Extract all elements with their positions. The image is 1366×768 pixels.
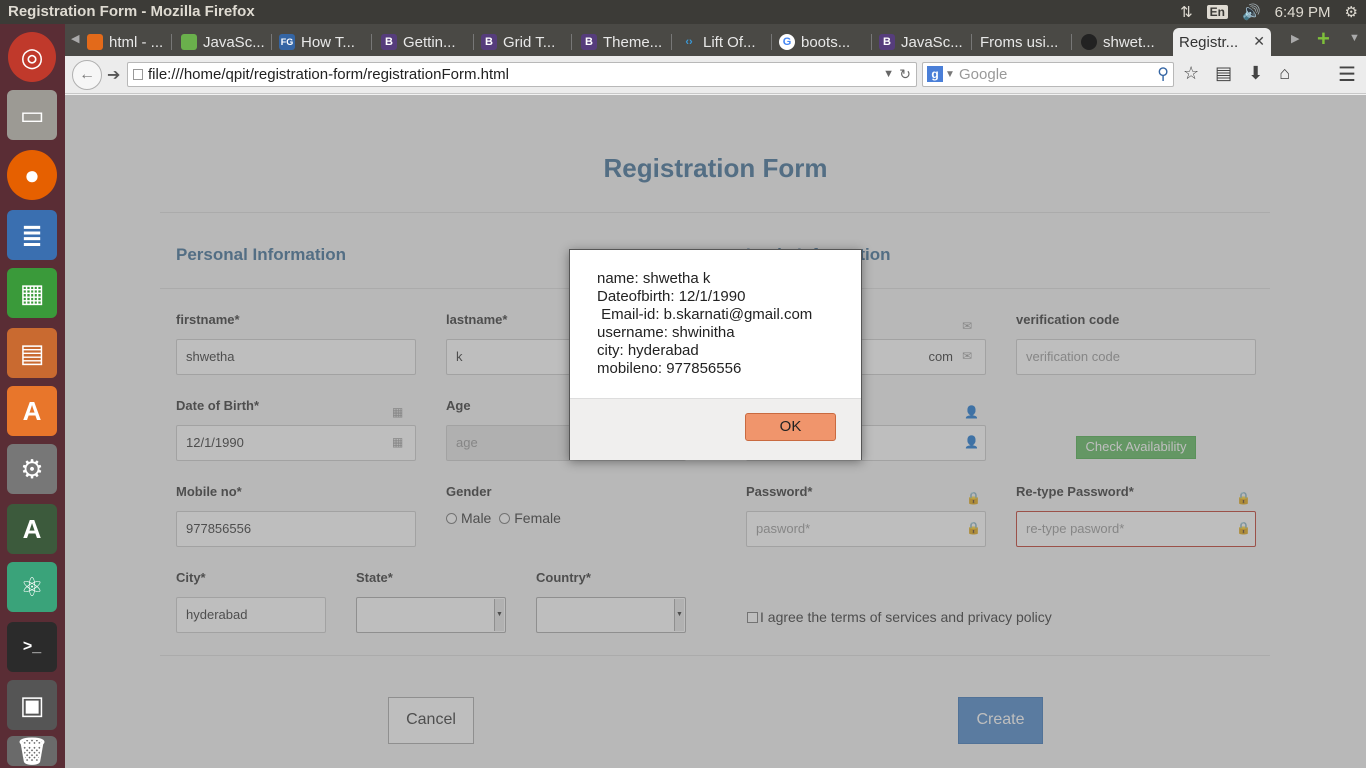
system-tray: ⇅ En 🔊 6:49 PM ⚙ [1180,3,1358,22]
alert-line: Dateofbirth: 12/1/1990 [597,288,746,305]
google-engine-icon[interactable]: g [927,66,943,82]
back-button[interactable]: ← [72,60,102,90]
tab-favicon-icon: B [581,34,597,50]
tab-separator [271,34,272,50]
unity-launcher: ◎ ▭ ● ≣ ▦ ▤ A ⚙ A ⚛ >_ ▣ 🗑 [0,24,65,768]
alert-line: Email-id: b.skarnati@gmail.com [597,306,813,323]
alert-line: city: hyderabad [597,342,699,359]
bookmarks-list-icon[interactable]: ▤ [1215,63,1232,84]
tab-separator [771,34,772,50]
search-placeholder: Google [959,66,1008,83]
tab-item[interactable]: shwet... [1075,28,1171,56]
forward-button[interactable]: ➔ [107,65,120,85]
tab-favicon-icon: B [879,34,895,50]
tab-separator [473,34,474,50]
tab-item-active[interactable]: Registr... ✕ [1173,28,1271,56]
alert-line: username: shwinitha [597,324,735,341]
system-settings-icon[interactable]: ⚙ [7,444,57,494]
software-updater-icon[interactable]: A [7,504,57,554]
tab-item[interactable]: Froms usi... [974,28,1070,56]
save-drive-icon[interactable]: ▣ [7,680,57,730]
alert-message: name: shwetha k Dateofbirth: 12/1/1990 E… [597,270,812,378]
tab-favicon-icon [181,34,197,50]
clock[interactable]: 6:49 PM [1275,4,1331,21]
tab-favicon-icon: B [381,34,397,50]
bookmark-star-icon[interactable]: ☆ [1183,63,1199,84]
keyboard-language-indicator[interactable]: En [1206,5,1228,19]
engine-dropdown-icon[interactable]: ▼ [945,63,955,86]
tab-item[interactable]: B Grid T... [475,28,569,56]
tab-item[interactable]: ‹› Lift Of... [675,28,769,56]
atom-icon[interactable]: ⚛ [7,562,57,612]
tab-separator [671,34,672,50]
tab-separator [971,34,972,50]
tab-item[interactable]: B Theme... [575,28,669,56]
tab-separator [871,34,872,50]
page-icon [133,69,143,80]
url-bar[interactable]: file:///home/qpit/registration-form/regi… [127,62,917,87]
url-text: file:///home/qpit/registration-form/regi… [148,66,509,83]
volume-icon[interactable]: 🔊 [1242,3,1261,21]
tab-separator [171,34,172,50]
alert-dialog: name: shwetha k Dateofbirth: 12/1/1990 E… [569,249,862,460]
tab-separator [1071,34,1072,50]
tab-item[interactable]: FG How T... [273,28,369,56]
alert-footer: OK [570,398,861,460]
writer-icon[interactable]: ≣ [7,210,57,260]
new-tab-plus-icon[interactable]: + [1317,26,1330,52]
tab-favicon-icon [87,34,103,50]
search-icon[interactable]: ⚲ [1157,63,1169,86]
settings-gear-icon[interactable]: ⚙ [1345,3,1358,21]
toolbar-icons: ☆ ▤ ⬇ ⌂ [1183,63,1290,84]
url-dropdown-icon[interactable]: ▼ [883,63,894,86]
ok-button[interactable]: OK [745,413,836,441]
tab-scroll-right-icon[interactable]: ▶ [1291,32,1299,45]
navigation-toolbar: ← ➔ file:///home/qpit/registration-form/… [65,56,1366,94]
downloads-icon[interactable]: ⬇ [1248,63,1263,84]
tab-separator [371,34,372,50]
tab-separator [571,34,572,50]
firefox-icon[interactable]: ● [7,150,57,200]
tab-item[interactable]: JavaSc... [175,28,269,56]
calc-icon[interactable]: ▦ [7,268,57,318]
tab-scroll-left-icon[interactable]: ◀ [71,32,79,45]
tab-item[interactable]: Gboots... [773,28,869,56]
impress-icon[interactable]: ▤ [7,328,57,378]
system-top-bar: Registration Form - Mozilla Firefox ⇅ En… [0,0,1366,24]
trash-icon[interactable]: 🗑 [7,736,57,766]
alert-line: name: shwetha k [597,270,711,287]
terminal-icon[interactable]: >_ [7,622,57,672]
hamburger-menu-icon[interactable]: ☰ [1338,62,1356,87]
home-icon[interactable]: ⌂ [1279,63,1290,84]
files-icon[interactable]: ▭ [7,90,57,140]
tab-favicon-icon: ‹› [685,36,693,48]
tab-item[interactable]: B JavaSc... [873,28,969,56]
tab-favicon-icon: FG [279,34,295,50]
window-title: Registration Form - Mozilla Firefox [8,3,255,20]
tab-favicon-icon: G [779,34,795,50]
github-icon [1081,34,1097,50]
tab-item[interactable]: html - ... [81,28,169,56]
tab-item[interactable]: B Gettin... [375,28,471,56]
tab-bar: ◀ html - ... JavaSc... FG How T... B Getti… [65,24,1366,56]
tab-list-icon[interactable]: ▼ [1349,32,1360,44]
alert-line: mobileno: 977856556 [597,360,742,377]
network-icon[interactable]: ⇅ [1180,3,1193,21]
tab-favicon-icon: B [481,34,497,50]
search-bar[interactable]: g ▼ Google ⚲ [922,62,1174,87]
software-center-icon[interactable]: A [7,386,57,436]
ubuntu-dash-icon[interactable]: ◎ [8,32,56,82]
tab-close-icon[interactable]: ✕ [1253,33,1265,50]
reload-icon[interactable]: ↻ [899,63,911,86]
